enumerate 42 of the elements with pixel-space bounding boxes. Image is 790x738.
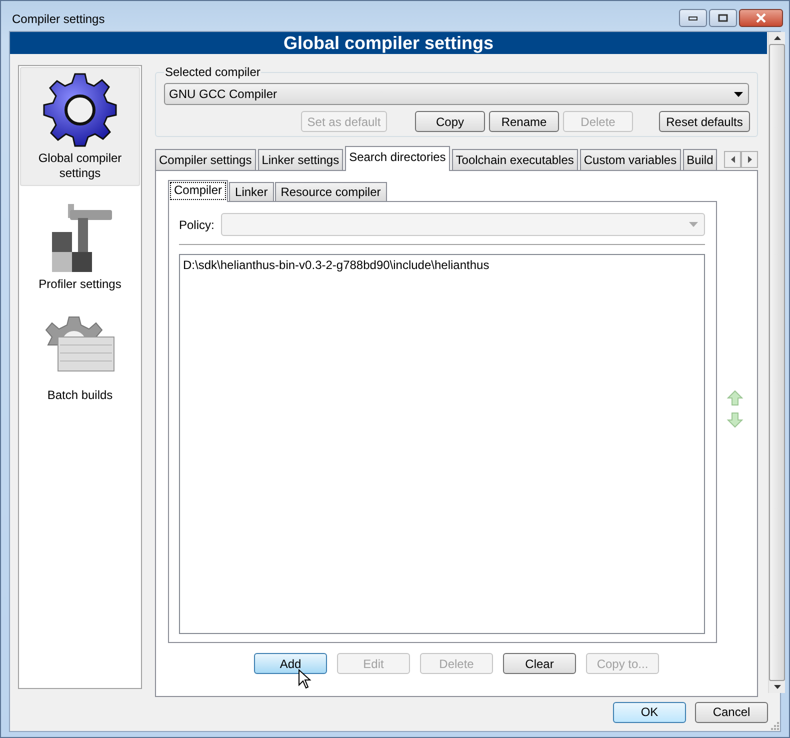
window-title: Compiler settings [12,12,105,26]
page-header: Global compiler settings [10,32,767,54]
settings-tab[interactable]: Search directories [345,146,450,171]
subtab[interactable]: Linker [229,182,274,201]
group-label: Selected compiler [164,65,262,79]
dialog-button[interactable]: OK [613,702,686,722]
sidebar-item[interactable]: Batch builds [20,304,140,408]
compiler-dropdown[interactable]: GNU GCC Compiler [164,83,749,105]
dropdown-arrow-icon [734,92,743,96]
scroll-right-button[interactable] [741,151,758,168]
left-arrow-icon [730,156,734,163]
settings-tab[interactable]: Compiler settings [155,149,256,170]
compiler-action-button[interactable]: Rename [489,111,559,132]
list-action-button[interactable]: Clear [503,653,576,674]
scroll-down-icon[interactable] [774,685,780,689]
maximize-icon [718,14,728,22]
minimize-icon [688,15,698,21]
vertical-scrollbar[interactable] [768,32,785,693]
compiler-action-button[interactable]: Reset defaults [659,111,750,132]
settings-tab[interactable]: Toolchain executables [452,149,578,170]
policy-label: Policy: [179,218,214,232]
resize-grip-icon[interactable] [769,720,779,730]
settings-tab[interactable]: Custom variables [580,149,681,170]
subtab[interactable]: Resource compiler [274,182,387,201]
scroll-up-icon[interactable] [774,36,780,40]
minimize-button[interactable] [679,9,707,27]
close-icon [755,13,767,23]
mouse-cursor-icon [298,669,312,689]
directory-item[interactable]: D:\sdk\helianthus-bin-v0.3-2-g788bd90\include\helianthus [182,258,702,272]
compiler-action-button[interactable]: Copy [415,111,485,132]
right-arrow-icon [748,156,752,163]
sidebar-item[interactable]: Profiler settings [20,193,140,297]
list-action-button[interactable]: Add [254,653,327,674]
dialog-button[interactable]: Cancel [695,702,768,722]
dropdown-arrow-icon [689,222,698,227]
scroll-left-button[interactable] [724,151,741,168]
close-button[interactable] [739,9,783,27]
sidebar-item[interactable]: Global compiler settings [20,67,140,186]
subtab[interactable]: Compiler [168,180,228,202]
settings-tab[interactable]: Linker settings [258,149,344,170]
settings-tab[interactable]: Build [682,149,718,170]
maximize-button[interactable] [709,9,737,27]
